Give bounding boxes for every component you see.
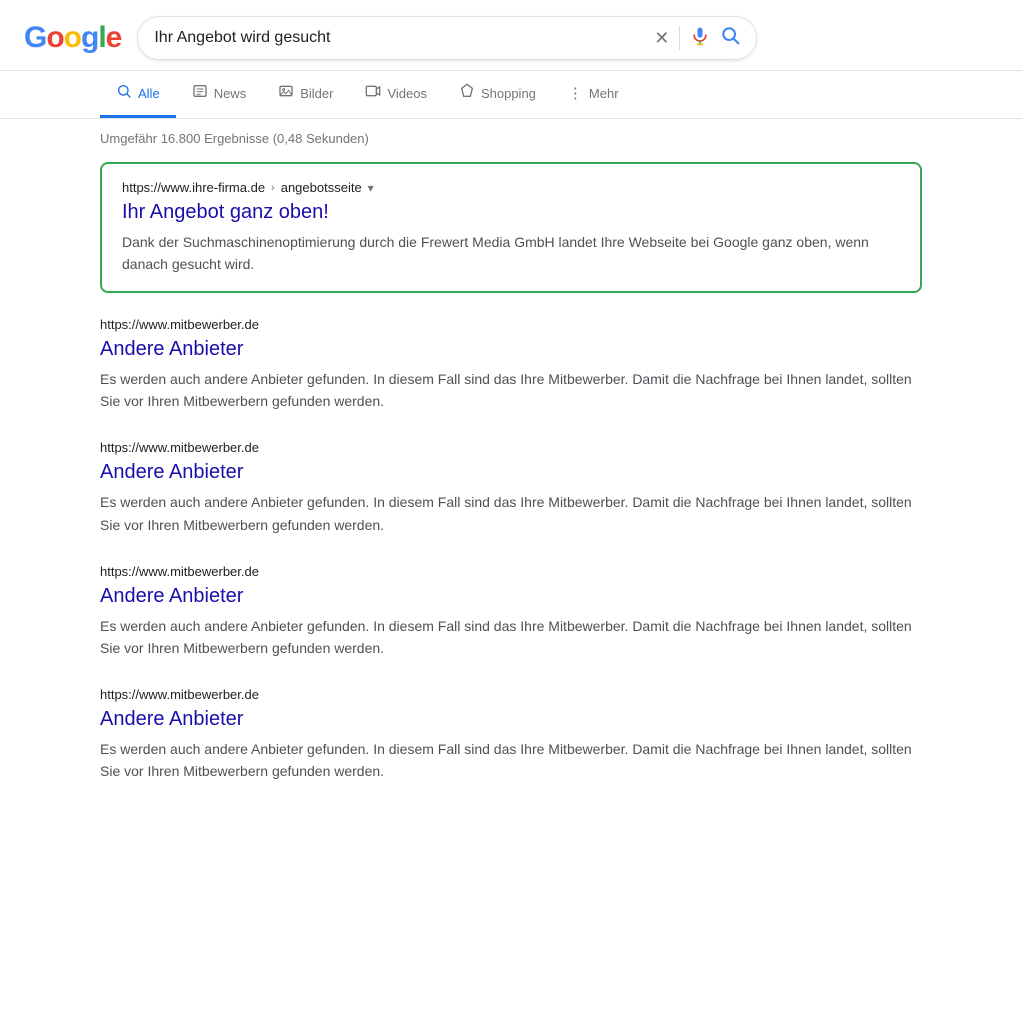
google-logo: Google	[24, 21, 121, 55]
nav-tabs: Alle News Bilder	[0, 71, 1022, 119]
logo-o1: o	[46, 21, 63, 55]
tab-bilder[interactable]: Bilder	[262, 71, 349, 118]
result-desc-0: Es werden auch andere Anbieter gefunden.…	[100, 368, 922, 412]
icon-divider	[679, 26, 680, 50]
tab-shopping-label: Shopping	[481, 86, 536, 101]
featured-url-path: angebotsseite	[281, 180, 362, 195]
result-title-0[interactable]: Andere Anbieter	[100, 336, 922, 362]
result-url-1: https://www.mitbewerber.de	[100, 440, 922, 455]
featured-description: Dank der Suchmaschinenoptimierung durch …	[122, 231, 900, 275]
tab-mehr[interactable]: ⋮ Mehr	[552, 72, 635, 117]
microphone-icon[interactable]	[690, 26, 710, 51]
tab-news-label: News	[214, 86, 247, 101]
featured-url-separator: ›	[271, 182, 275, 194]
logo-o2: o	[64, 21, 81, 55]
logo-e: e	[106, 21, 122, 55]
result-title-3[interactable]: Andere Anbieter	[100, 706, 922, 732]
tab-alle[interactable]: Alle	[100, 71, 176, 118]
search-bar-icons: ✕	[654, 25, 740, 51]
result-item-0: https://www.mitbewerber.de Andere Anbiet…	[100, 317, 922, 412]
results-count: Umgefähr 16.800 Ergebnisse (0,48 Sekunde…	[0, 119, 1022, 154]
shopping-icon	[459, 83, 475, 103]
result-desc-2: Es werden auch andere Anbieter gefunden.…	[100, 615, 922, 659]
featured-url-text: https://www.ihre-firma.de	[122, 180, 265, 195]
tab-shopping[interactable]: Shopping	[443, 71, 552, 118]
result-item-1: https://www.mitbewerber.de Andere Anbiet…	[100, 440, 922, 535]
bilder-icon	[278, 83, 294, 103]
tab-news[interactable]: News	[176, 71, 263, 118]
results-container: https://www.ihre-firma.de › angebotsseit…	[0, 154, 1022, 818]
result-url-text-3: https://www.mitbewerber.de	[100, 687, 259, 702]
tab-videos[interactable]: Videos	[349, 71, 443, 118]
logo-g2: g	[81, 21, 98, 55]
clear-icon[interactable]: ✕	[654, 28, 669, 49]
result-url-text-2: https://www.mitbewerber.de	[100, 564, 259, 579]
alle-icon	[116, 83, 132, 103]
featured-title[interactable]: Ihr Angebot ganz oben!	[122, 199, 900, 225]
tab-alle-label: Alle	[138, 86, 160, 101]
result-title-2[interactable]: Andere Anbieter	[100, 583, 922, 609]
mehr-icon: ⋮	[568, 84, 583, 102]
result-url-2: https://www.mitbewerber.de	[100, 564, 922, 579]
result-url-text-1: https://www.mitbewerber.de	[100, 440, 259, 455]
tab-mehr-label: Mehr	[589, 86, 619, 101]
featured-url: https://www.ihre-firma.de › angebotsseit…	[122, 180, 900, 195]
result-url-text-0: https://www.mitbewerber.de	[100, 317, 259, 332]
search-bar[interactable]: Ihr Angebot wird gesucht ✕	[137, 16, 757, 60]
result-url-3: https://www.mitbewerber.de	[100, 687, 922, 702]
result-item-2: https://www.mitbewerber.de Andere Anbiet…	[100, 564, 922, 659]
result-desc-1: Es werden auch andere Anbieter gefunden.…	[100, 491, 922, 535]
result-title-1[interactable]: Andere Anbieter	[100, 459, 922, 485]
logo-g1: G	[24, 21, 46, 55]
featured-result: https://www.ihre-firma.de › angebotsseit…	[100, 162, 922, 293]
search-submit-icon[interactable]	[720, 25, 740, 51]
tab-videos-label: Videos	[387, 86, 427, 101]
result-item-3: https://www.mitbewerber.de Andere Anbiet…	[100, 687, 922, 782]
results-list: https://www.mitbewerber.de Andere Anbiet…	[100, 317, 922, 782]
logo-l: l	[98, 21, 105, 55]
featured-url-dropdown-icon[interactable]: ▾	[368, 181, 374, 195]
news-icon	[192, 83, 208, 103]
header: Google Ihr Angebot wird gesucht ✕	[0, 0, 1022, 71]
search-input[interactable]: Ihr Angebot wird gesucht	[154, 29, 646, 47]
videos-icon	[365, 83, 381, 103]
result-url-0: https://www.mitbewerber.de	[100, 317, 922, 332]
result-desc-3: Es werden auch andere Anbieter gefunden.…	[100, 738, 922, 782]
tab-bilder-label: Bilder	[300, 86, 333, 101]
